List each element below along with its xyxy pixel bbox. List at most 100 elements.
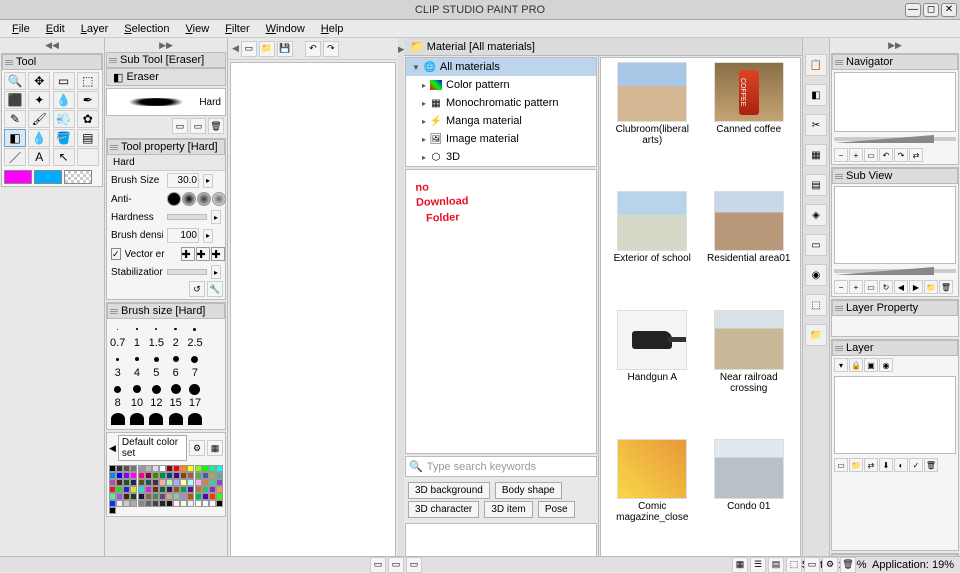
color-swatch[interactable] xyxy=(180,500,187,507)
tree-image[interactable]: ▸🖼Image material xyxy=(406,130,596,148)
color-swatch[interactable] xyxy=(159,486,166,493)
color-swatch[interactable] xyxy=(209,472,216,479)
material-thumb[interactable]: Near railroad crossing xyxy=(702,310,797,437)
color-swatch[interactable] xyxy=(202,472,209,479)
brushsize-preset[interactable]: 1.5 xyxy=(148,321,165,349)
nav-zoomin-icon[interactable]: + xyxy=(849,148,863,162)
menu-selection[interactable]: Selection xyxy=(116,21,177,37)
color-swatch[interactable] xyxy=(187,486,194,493)
color-swatch[interactable] xyxy=(187,472,194,479)
color-swatch[interactable] xyxy=(166,493,173,500)
color-swatch[interactable] xyxy=(152,486,159,493)
material-thumb[interactable]: Exterior of school xyxy=(605,191,700,307)
menu-filter[interactable]: Filter xyxy=(217,21,257,37)
color-swatch[interactable] xyxy=(159,479,166,486)
brushsize-preset[interactable]: 2.5 xyxy=(186,321,203,349)
color-swatch[interactable] xyxy=(195,465,202,472)
tool-eraser[interactable]: ◧ xyxy=(4,129,26,147)
tool-marquee[interactable]: ⬛ xyxy=(4,91,26,109)
nav-fit-icon[interactable]: ▭ xyxy=(864,148,878,162)
tool-text[interactable]: A xyxy=(28,148,50,166)
color-swatch[interactable] xyxy=(166,465,173,472)
hardness-more[interactable]: ▸ xyxy=(211,210,221,224)
color-swatch[interactable] xyxy=(109,465,116,472)
colorset-grid[interactable] xyxy=(107,463,225,516)
tool-correctline[interactable]: ↖ xyxy=(53,148,75,166)
color-swatch[interactable] xyxy=(109,493,116,500)
panel-expand-handle[interactable]: ▶▶ xyxy=(106,38,226,52)
matside-btn7[interactable]: ▭ xyxy=(805,234,827,256)
tool-pen[interactable]: ✒ xyxy=(77,91,99,109)
brushsize-preset[interactable]: 12 xyxy=(148,381,165,409)
color-swatch[interactable] xyxy=(145,465,152,472)
color-swatch[interactable] xyxy=(159,472,166,479)
navigator-zoom-slider[interactable] xyxy=(834,134,956,144)
color-swatch[interactable] xyxy=(202,500,209,507)
antialias-options[interactable] xyxy=(167,192,226,206)
material-search[interactable]: 🔍 Type search keywords xyxy=(405,456,597,477)
color-swatch[interactable] xyxy=(123,486,130,493)
color-swatch[interactable] xyxy=(123,493,130,500)
color-swatch[interactable] xyxy=(145,493,152,500)
color-swatch[interactable] xyxy=(216,472,223,479)
sb-icon3[interactable]: ▭ xyxy=(406,557,422,573)
color-swatch[interactable] xyxy=(195,486,202,493)
stabilization-more[interactable]: ▸ xyxy=(211,265,221,279)
tree-mono-pattern[interactable]: ▸▦Monochromatic pattern xyxy=(406,94,596,112)
color-swatch[interactable] xyxy=(130,493,137,500)
color-swatch[interactable] xyxy=(209,465,216,472)
color-swatch[interactable] xyxy=(187,465,194,472)
color-swatch[interactable] xyxy=(209,493,216,500)
color-swatch[interactable] xyxy=(145,486,152,493)
stabilization-slider[interactable] xyxy=(167,269,207,275)
menu-file[interactable]: File xyxy=(4,21,38,37)
material-thumb[interactable]: Residential area01 xyxy=(702,191,797,307)
layer-lock-icon[interactable]: 🔒 xyxy=(849,358,863,372)
sb-icon1[interactable]: ▭ xyxy=(370,557,386,573)
matside-paste-icon[interactable]: 📋 xyxy=(805,54,827,76)
tool-gradient[interactable]: ▤ xyxy=(77,129,99,147)
color-swatch[interactable] xyxy=(152,472,159,479)
color-swatch[interactable] xyxy=(202,465,209,472)
layer-new-icon[interactable]: ▭ xyxy=(834,458,848,472)
background-color[interactable] xyxy=(34,170,62,184)
color-swatch[interactable] xyxy=(130,479,137,486)
color-swatch[interactable] xyxy=(166,479,173,486)
brushsize-preset[interactable]: 10 xyxy=(128,381,145,409)
tool-pencil[interactable]: ✎ xyxy=(4,110,26,128)
sv-next-icon[interactable]: ▶ xyxy=(909,280,923,294)
material-tree[interactable]: ▼🌐 All materials ▸Color pattern ▸▦Monoch… xyxy=(405,57,597,167)
minimize-button[interactable]: — xyxy=(905,3,921,17)
layer-blend-icon[interactable]: ▾ xyxy=(834,358,848,372)
color-swatch[interactable] xyxy=(138,479,145,486)
tool-magnify[interactable]: 🔍 xyxy=(4,72,26,90)
color-swatch[interactable] xyxy=(152,500,159,507)
color-swatch[interactable] xyxy=(159,465,166,472)
redo-icon[interactable]: ↷ xyxy=(323,41,339,57)
color-swatch[interactable] xyxy=(123,465,130,472)
color-swatch[interactable] xyxy=(180,493,187,500)
layer-mask-icon[interactable]: ◐ xyxy=(894,458,908,472)
vector-eraser-checkbox[interactable]: ✓ xyxy=(111,248,121,260)
nav-rotate-r-icon[interactable]: ↷ xyxy=(894,148,908,162)
color-swatch[interactable] xyxy=(166,472,173,479)
color-swatch[interactable] xyxy=(109,507,116,514)
color-swatch[interactable] xyxy=(116,486,123,493)
tool-blend[interactable]: 💧 xyxy=(28,129,50,147)
brushsize-preset[interactable]: 8 xyxy=(109,381,126,409)
hardness-slider[interactable] xyxy=(167,214,207,220)
color-swatch[interactable] xyxy=(152,465,159,472)
sb-view2-icon[interactable]: ☰ xyxy=(750,557,766,573)
color-swatch[interactable] xyxy=(145,500,152,507)
color-swatch[interactable] xyxy=(180,465,187,472)
layer-newfolder-icon[interactable]: 📁 xyxy=(849,458,863,472)
color-swatch[interactable] xyxy=(152,479,159,486)
colorset-select[interactable]: Default color set xyxy=(118,435,187,461)
tree-manga[interactable]: ▸⚡Manga material xyxy=(406,112,596,130)
sb-icon2[interactable]: ▭ xyxy=(388,557,404,573)
sv-fit-icon[interactable]: ▭ xyxy=(864,280,878,294)
layer-clip-icon[interactable]: ▣ xyxy=(864,358,878,372)
color-swatch[interactable] xyxy=(166,486,173,493)
subview-header[interactable]: Sub View xyxy=(832,168,958,184)
tool-operation[interactable]: ▭ xyxy=(53,72,75,90)
